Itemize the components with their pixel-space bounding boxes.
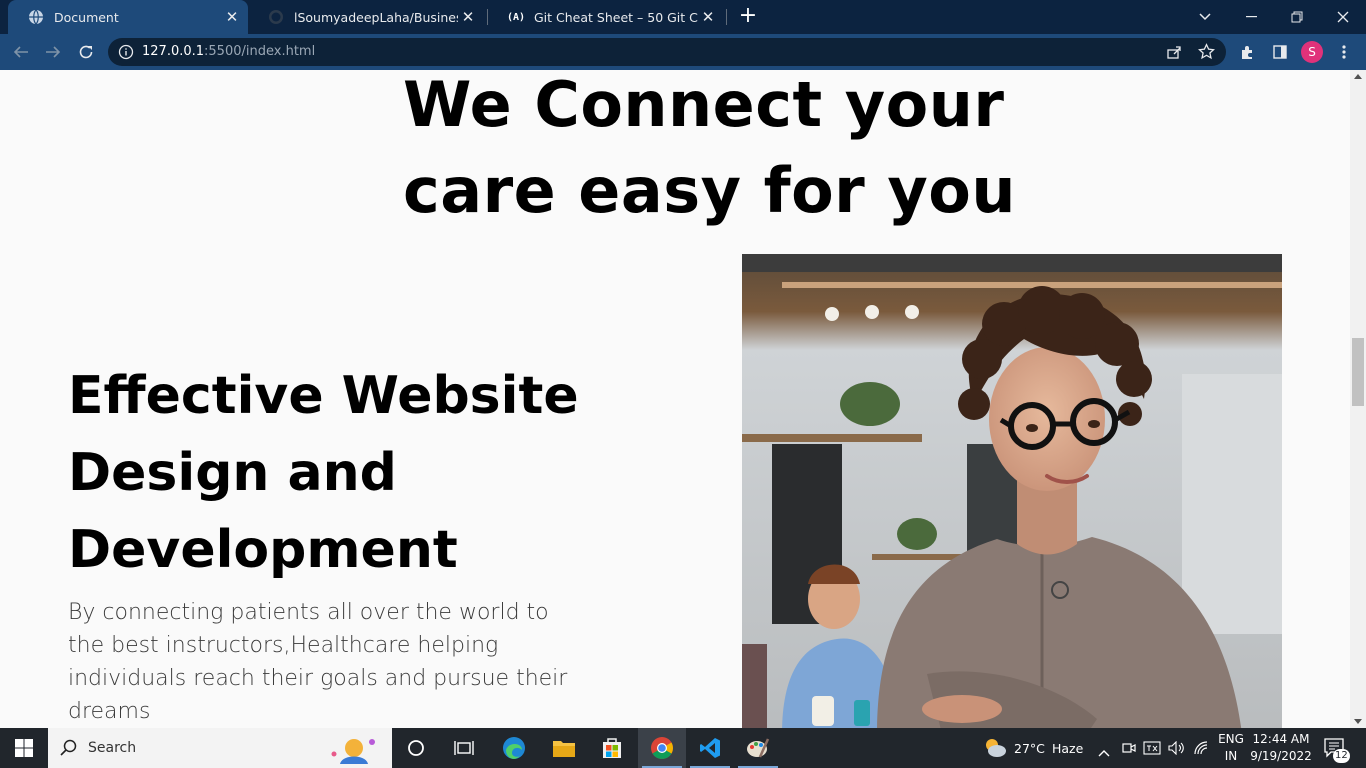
- search-icon: [60, 739, 78, 761]
- more-menu-icon[interactable]: [1332, 40, 1356, 64]
- globe-icon: [28, 9, 44, 25]
- reload-icon[interactable]: [74, 40, 98, 64]
- scroll-down-arrow-icon[interactable]: [1354, 719, 1362, 724]
- volume-icon[interactable]: [1168, 740, 1186, 759]
- back-arrow-icon[interactable]: [9, 40, 33, 64]
- hero-title-line: care easy for you: [403, 154, 1016, 227]
- hero-title: We Connect your care easy for you: [403, 70, 1016, 234]
- restore-icon[interactable]: [1274, 0, 1320, 34]
- section-title-line: Development: [68, 520, 458, 580]
- taskbar-search-box[interactable]: Search: [48, 728, 392, 768]
- freecodecamp-icon: (A): [506, 11, 526, 23]
- file-explorer-icon[interactable]: [540, 728, 588, 768]
- clock-time: 12:44 AM: [1252, 732, 1310, 746]
- url-text: 127.0.0.1:5500/index.html: [142, 44, 315, 59]
- section-description: By connecting patients all over the worl…: [68, 600, 568, 724]
- tab-search-chevron-icon[interactable]: [1182, 0, 1228, 34]
- microsoft-store-icon[interactable]: [588, 728, 636, 768]
- section-title: Effective Website Design and Development: [68, 358, 628, 589]
- section-title-line: Design and: [68, 443, 397, 503]
- chevron-up-icon[interactable]: [1098, 742, 1110, 761]
- new-tab-button[interactable]: +: [736, 4, 760, 28]
- tab-title: Git Cheat Sheet – 50 Git Commands: [534, 9, 698, 25]
- weather-temperature[interactable]: 27°C: [1014, 741, 1045, 756]
- task-view-icon[interactable]: [440, 728, 488, 768]
- hero-title-line: We Connect your: [403, 70, 1005, 141]
- minimize-icon[interactable]: [1228, 0, 1274, 34]
- scroll-up-arrow-icon[interactable]: [1354, 74, 1362, 79]
- github-icon: [268, 9, 284, 25]
- site-info-icon[interactable]: [118, 44, 134, 64]
- close-window-icon[interactable]: [1320, 0, 1366, 34]
- close-tab-icon[interactable]: ✕: [222, 8, 242, 26]
- paint-icon[interactable]: [734, 728, 782, 768]
- page-viewport: We Connect your care easy for you Effect…: [0, 70, 1350, 728]
- tab-github[interactable]: lSoumyadeepLaha/Business-Landing ✕: [248, 0, 484, 34]
- vscode-icon[interactable]: [686, 728, 734, 768]
- tab-git-cheat-sheet[interactable]: (A) Git Cheat Sheet – 50 Git Commands ✕: [488, 0, 724, 34]
- clock-date: 9/19/2022: [1250, 749, 1312, 763]
- address-bar[interactable]: 127.0.0.1:5500/index.html: [108, 38, 1226, 66]
- language-indicator[interactable]: ENG IN: [1214, 731, 1248, 765]
- language-code: ENG: [1218, 732, 1244, 746]
- weather-haze-icon[interactable]: [982, 737, 1008, 763]
- url-host: 127.0.0.1: [142, 44, 205, 59]
- system-clock[interactable]: 12:44 AM 9/19/2022: [1248, 731, 1314, 765]
- share-icon[interactable]: [1166, 44, 1182, 64]
- profile-initial: S: [1301, 41, 1323, 63]
- bookmark-star-icon[interactable]: [1198, 43, 1215, 64]
- page-scrollbar[interactable]: [1350, 70, 1366, 728]
- close-tab-icon[interactable]: ✕: [698, 8, 718, 26]
- tab-title: lSoumyadeepLaha/Business-Landing: [294, 9, 458, 25]
- close-tab-icon[interactable]: ✕: [458, 8, 478, 26]
- side-panel-icon[interactable]: [1268, 40, 1292, 64]
- forward-arrow-icon[interactable]: [41, 40, 65, 64]
- extensions-puzzle-icon[interactable]: [1236, 40, 1260, 64]
- url-path: :5500/index.html: [204, 44, 316, 59]
- windows-taskbar: Search 27°C Haze ENG IN 12:44 AM 9/19/20…: [0, 728, 1366, 768]
- meet-now-icon[interactable]: [1122, 740, 1136, 759]
- input-method-icon[interactable]: [1143, 740, 1161, 759]
- scrollbar-thumb[interactable]: [1352, 338, 1364, 406]
- notification-count-badge: 12: [1333, 749, 1350, 763]
- browser-toolbar: 127.0.0.1:5500/index.html S: [0, 34, 1366, 70]
- windows-start-icon[interactable]: [0, 728, 48, 768]
- profile-avatar[interactable]: S: [1300, 40, 1324, 64]
- section-title-line: Effective Website: [68, 366, 579, 426]
- tab-document[interactable]: Document ✕: [8, 0, 248, 34]
- search-highlight-icon: [326, 734, 382, 768]
- cortana-icon[interactable]: [392, 728, 440, 768]
- woman-portrait-image: [742, 254, 1282, 728]
- search-label: Search: [88, 740, 137, 756]
- region-code: IN: [1224, 749, 1238, 763]
- wifi-icon[interactable]: [1194, 740, 1210, 759]
- chrome-icon[interactable]: [638, 728, 686, 768]
- edge-browser-icon[interactable]: [490, 728, 538, 768]
- browser-tab-strip: Document ✕ lSoumyadeepLaha/Business-Land…: [0, 0, 1366, 34]
- weather-description[interactable]: Haze: [1052, 741, 1083, 756]
- tab-separator: [726, 9, 727, 25]
- tab-title: Document: [54, 9, 119, 25]
